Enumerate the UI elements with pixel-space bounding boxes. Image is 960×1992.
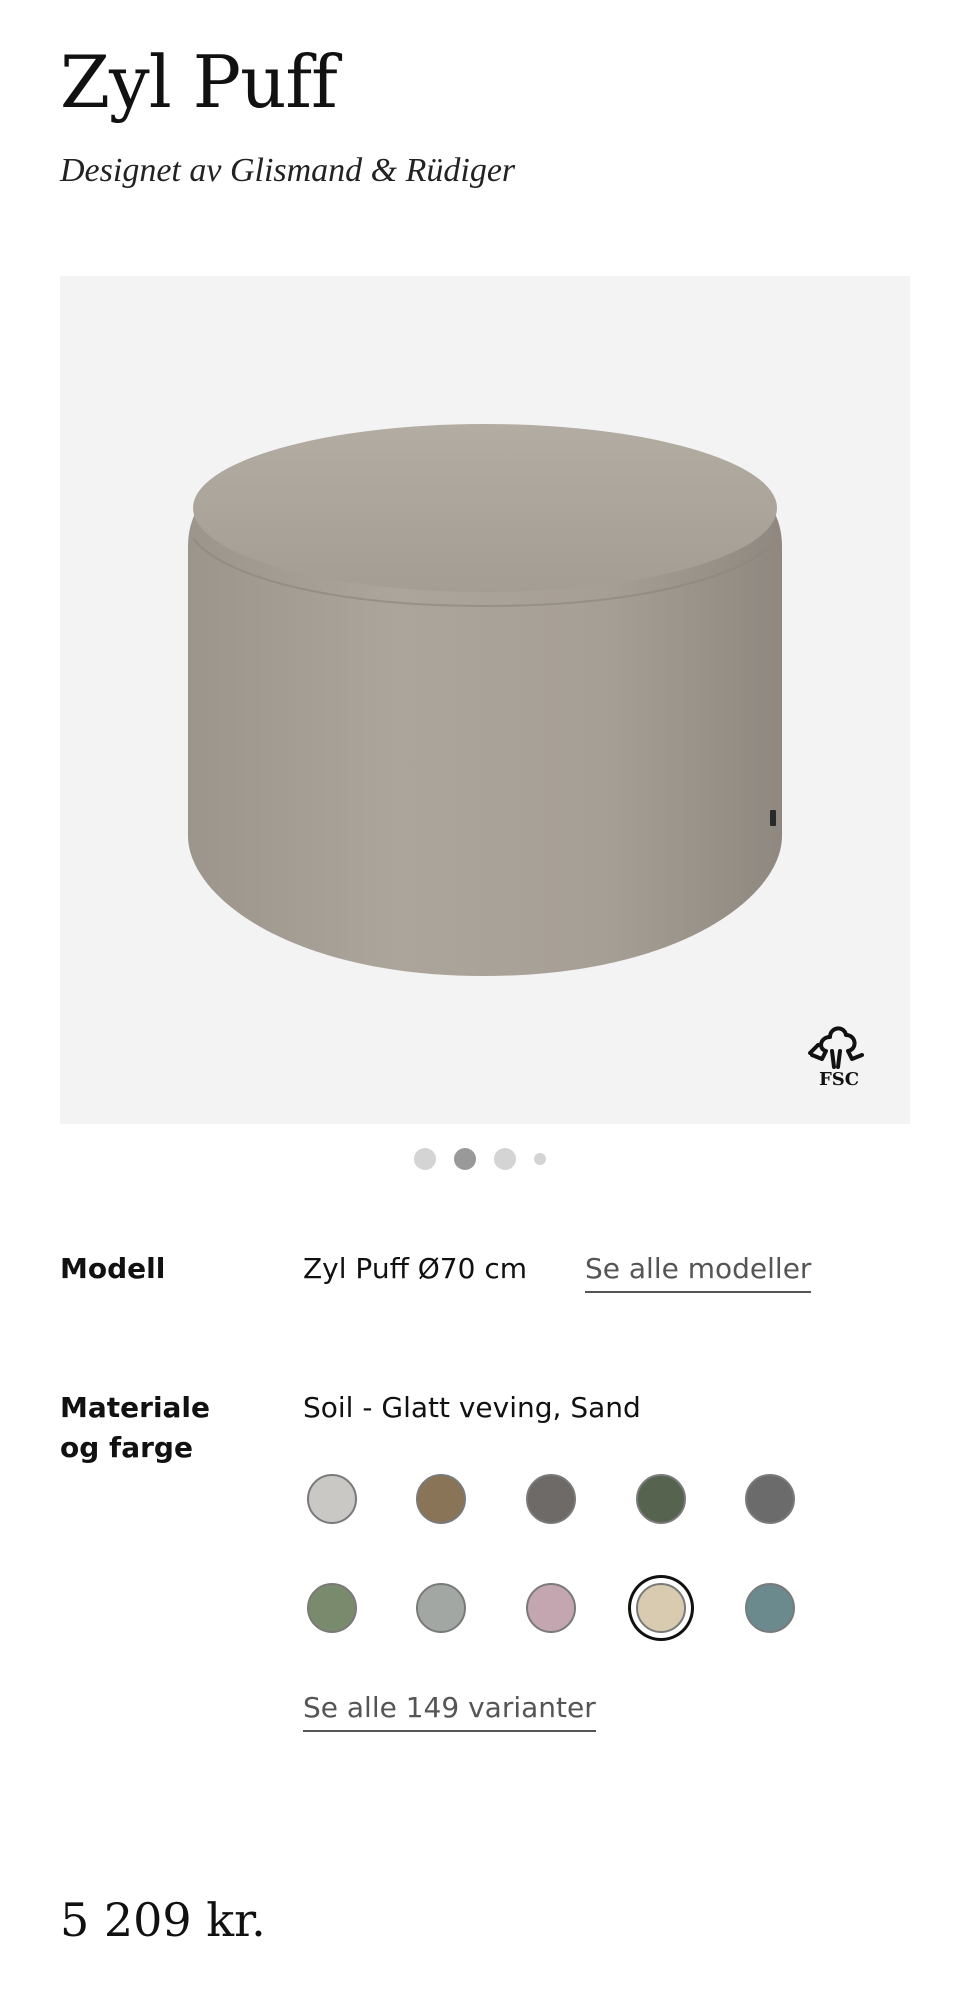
color-swatch-8[interactable] [526, 1583, 576, 1633]
material-label-line1: Materiale [60, 1391, 211, 1424]
material-label-line2: og farge [60, 1431, 193, 1464]
see-all-variants-link[interactable]: Se alle 149 varianter [303, 1688, 596, 1732]
color-swatch-7[interactable] [416, 1583, 466, 1633]
see-all-models-link[interactable]: Se alle modeller [585, 1249, 812, 1293]
product-image[interactable]: FSC [60, 276, 910, 1124]
price: 5 209 kr. [60, 1893, 266, 1947]
gallery-dot-1[interactable] [414, 1148, 436, 1170]
pouf-image [188, 424, 782, 976]
color-swatch-9[interactable] [636, 1583, 686, 1633]
color-swatch-10[interactable] [745, 1583, 795, 1633]
model-value: Zyl Puff Ø70 cm [303, 1252, 527, 1285]
color-swatch-5[interactable] [745, 1474, 795, 1524]
gallery-pagination [0, 1148, 960, 1170]
material-label: Materiale og farge [60, 1388, 210, 1468]
color-swatch-6[interactable] [307, 1583, 357, 1633]
fsc-label: FSC [818, 1069, 860, 1090]
gallery-dot-2[interactable] [454, 1148, 476, 1170]
fsc-badge: FSC [804, 1015, 874, 1090]
color-swatch-1[interactable] [307, 1474, 357, 1524]
gallery-dot-4[interactable] [534, 1153, 546, 1165]
material-value: Soil - Glatt veving, Sand [303, 1391, 641, 1424]
fsc-tree-icon [808, 1026, 864, 1069]
color-swatch-4[interactable] [636, 1474, 686, 1524]
color-swatch-2[interactable] [416, 1474, 466, 1524]
gallery-dot-3[interactable] [494, 1148, 516, 1170]
color-swatch-3[interactable] [526, 1474, 576, 1524]
designer-subtitle: Designet av Glismand & Rüdiger [60, 152, 516, 189]
model-label: Modell [60, 1252, 166, 1285]
product-title: Zyl Puff [60, 40, 338, 124]
